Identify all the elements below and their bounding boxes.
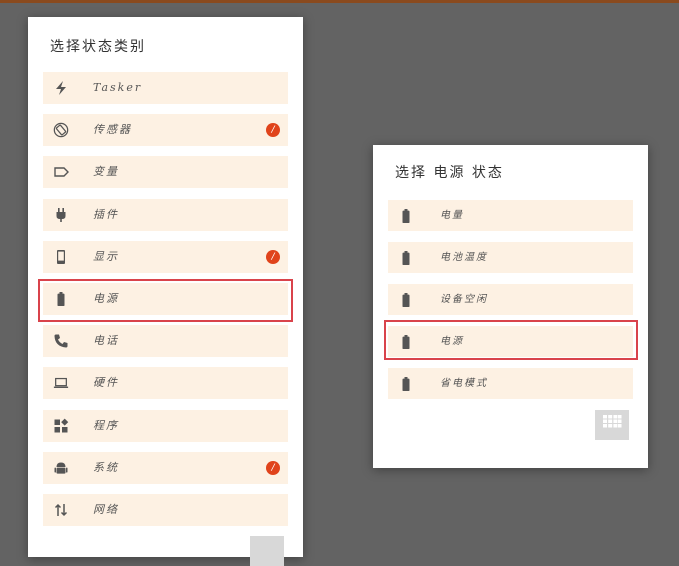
power-state-label: 电池温度 [440,252,488,263]
category-label: 硬件 [93,376,119,390]
category-item-tasker[interactable]: Tasker [43,72,288,104]
warning-badge: / [266,249,280,264]
power-state-item-temperature[interactable]: 电池温度 [388,242,633,273]
category-label: 传感器 [93,123,132,137]
plug-icon [53,207,69,223]
apps-icon [53,418,69,434]
category-item-variable[interactable]: 变量 [43,156,288,189]
battery-icon [398,376,414,392]
battery-icon [398,292,414,308]
grid-icon [602,414,622,436]
category-dialog-title: 选择状态类别 [50,39,146,55]
power-state-item-idle[interactable]: 设备空闲 [388,284,633,315]
category-label: 网络 [93,502,119,516]
category-label: 显示 [93,249,119,263]
category-item-system[interactable]: 系统 / [43,451,288,484]
category-label: 系统 [93,460,119,474]
tag-icon [53,164,69,180]
power-state-label: 电量 [440,210,464,221]
laptop-icon [53,375,69,391]
transfer-arrows-icon [53,502,69,518]
category-item-display[interactable]: 显示 / [43,240,288,273]
category-label: Tasker [93,81,143,94]
category-item-phone[interactable]: 电话 [43,325,288,358]
battery-icon [398,334,414,350]
rotation-icon [53,122,69,138]
power-state-list: 电量 电池温度 设备空闲 电源 省电模式 [388,200,633,410]
category-item-power[interactable]: 电源 [43,282,288,315]
power-state-item-saver[interactable]: 省电模式 [388,368,633,399]
category-item-plugin[interactable]: 插件 [43,198,288,231]
power-state-label: 电源 [440,336,464,347]
top-status-strip [0,0,679,3]
category-label: 电话 [93,334,119,348]
phone-icon [53,249,69,265]
category-label: 插件 [93,207,119,221]
grid-view-button[interactable] [595,410,629,440]
category-item-hardware[interactable]: 硬件 [43,367,288,400]
power-state-label: 省电模式 [440,378,488,389]
power-state-item-power[interactable]: 电源 [388,326,633,357]
power-state-dialog-title: 选择 电源 状态 [395,165,504,181]
category-label: 电源 [93,291,119,305]
category-item-network[interactable]: 网络 [43,493,288,526]
category-dialog: 选择状态类别 Tasker 传感器 / 变量 插件 显示 / 电源 电话 硬件 … [28,17,303,566]
category-label: 程序 [93,418,119,432]
power-state-item-level[interactable]: 电量 [388,200,633,231]
power-state-dialog: 选择 电源 状态 电量 电池温度 设备空闲 电源 省电模式 [373,145,648,468]
battery-icon [398,208,414,224]
power-state-label: 设备空闲 [440,294,488,305]
category-label: 变量 [93,165,119,179]
call-icon [53,333,69,349]
category-item-apps[interactable]: 程序 [43,409,288,442]
lightning-icon [53,80,69,96]
warning-badge: / [266,460,280,475]
warning-badge: / [266,123,280,138]
battery-icon [398,250,414,266]
category-list: Tasker 传感器 / 变量 插件 显示 / 电源 电话 硬件 程序 系统 /… [43,72,288,536]
battery-icon [53,291,69,307]
category-item-sensor[interactable]: 传感器 / [43,114,288,147]
android-icon [53,460,69,476]
